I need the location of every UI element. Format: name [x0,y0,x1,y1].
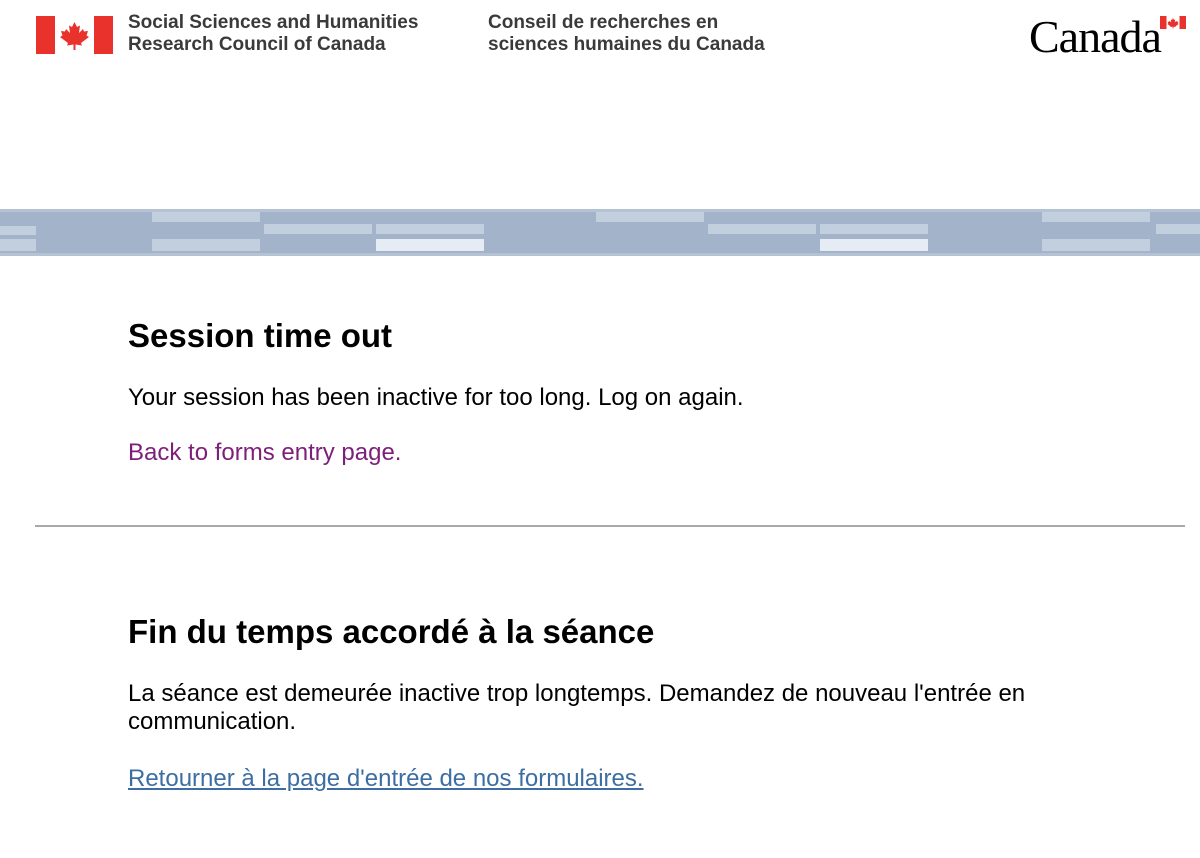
french-section: Fin du temps accordé à la séance La séan… [128,612,1168,793]
department-name-english-line-2: Research Council of Canada [128,34,386,55]
page: Social Sciences and Humanities Research … [0,0,1200,858]
english-section: Session time out Your session has been i… [128,316,1168,467]
timeout-message-french: La séance est demeurée inactive trop lon… [128,680,1026,735]
canada-flag-icon [36,16,113,54]
canada-wordmark: Canada [1029,10,1189,60]
back-to-forms-link[interactable]: Back to forms entry page. [128,439,401,467]
department-name-french: Conseil de recherches en sciences humain… [488,12,765,56]
page-title-french: Fin du temps accordé à la séance [128,613,655,650]
section-divider [35,525,1185,527]
government-header: Social Sciences and Humanities Research … [0,0,1200,70]
wordmark-flag-icon [1160,16,1186,29]
canada-wordmark-text: Canada [1029,11,1162,62]
department-name-french-line-2: sciences humaines du Canada [488,34,765,55]
page-title-english: Session time out [128,317,393,354]
decorative-banner [0,209,1200,256]
department-name-english: Social Sciences and Humanities Research … [128,12,418,56]
department-name-english-line-1: Social Sciences and Humanities [128,12,419,33]
department-name-french-line-1: Conseil de recherches en [488,12,719,33]
timeout-message-english: Your session has been inactive for too l… [128,384,744,411]
retourner-formulaires-link[interactable]: Retourner à la page d'entrée de nos form… [128,765,644,793]
